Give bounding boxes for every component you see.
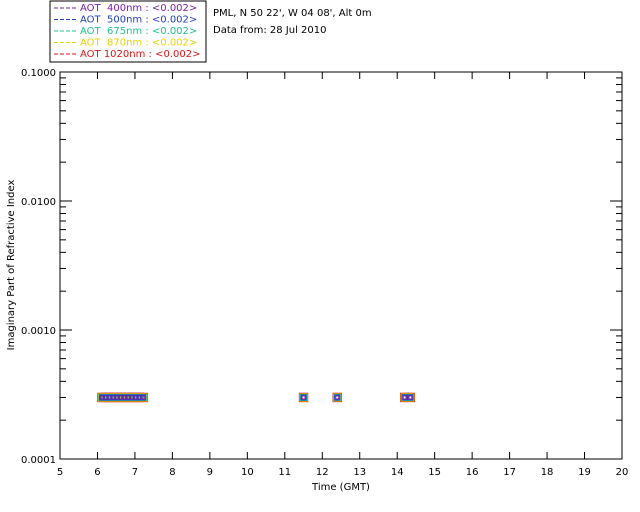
legend-entry: AOT 1020nm : <0.002> bbox=[80, 49, 200, 60]
data-point bbox=[402, 395, 407, 400]
x-tick-label: 20 bbox=[616, 467, 629, 478]
x-tick-label: 16 bbox=[466, 467, 479, 478]
x-tick-label: 6 bbox=[94, 467, 100, 478]
y-tick-label: 0.0100 bbox=[21, 197, 56, 208]
x-tick-label: 14 bbox=[391, 467, 404, 478]
x-tick-label: 19 bbox=[578, 467, 591, 478]
y-tick-label: 0.1000 bbox=[21, 68, 56, 79]
legend-entry: AOT 675nm : <0.002> bbox=[80, 26, 197, 37]
y-axis-label: Imaginary Part of Refractive Index bbox=[6, 180, 17, 351]
x-tick-label: 17 bbox=[503, 467, 516, 478]
data-points bbox=[97, 392, 416, 403]
y-tick-label: 0.0001 bbox=[21, 455, 56, 466]
x-tick-label: 12 bbox=[316, 467, 329, 478]
x-tick-label: 13 bbox=[353, 467, 366, 478]
x-tick-label: 7 bbox=[132, 467, 138, 478]
data-point bbox=[301, 395, 306, 400]
x-tick-label: 9 bbox=[207, 467, 213, 478]
date-text: Data from: 28 Jul 2010 bbox=[213, 25, 327, 36]
chart: AOT 400nm : <0.002>AOT 500nm : <0.002>AO… bbox=[6, 0, 629, 493]
y-axis: 0.0001 0.0010 0.0100 0.1000 bbox=[21, 68, 622, 466]
location-text: PML, N 50 22', W 04 08', Alt 0m bbox=[213, 8, 372, 19]
x-axis-label: Time (GMT) bbox=[311, 482, 370, 493]
y-tick-label: 0.0010 bbox=[21, 326, 56, 337]
data-point bbox=[335, 395, 340, 400]
x-tick-label: 8 bbox=[169, 467, 175, 478]
x-tick-label: 11 bbox=[278, 467, 291, 478]
x-tick-label: 15 bbox=[428, 467, 441, 478]
legend-entry: AOT 400nm : <0.002> bbox=[80, 3, 197, 14]
x-tick-label: 10 bbox=[241, 467, 254, 478]
legend-entry: AOT 500nm : <0.002> bbox=[80, 15, 197, 26]
legend: AOT 400nm : <0.002>AOT 500nm : <0.002>AO… bbox=[49, 0, 207, 63]
x-tick-label: 5 bbox=[57, 467, 63, 478]
legend-entry: AOT 870nm : <0.002> bbox=[80, 38, 197, 49]
x-tick-label: 18 bbox=[541, 467, 554, 478]
data-point bbox=[408, 395, 413, 400]
x-axis: 5 6 7 8 9 10 11 12 13 14 15 16 17 18 19 20 bbox=[57, 72, 629, 478]
